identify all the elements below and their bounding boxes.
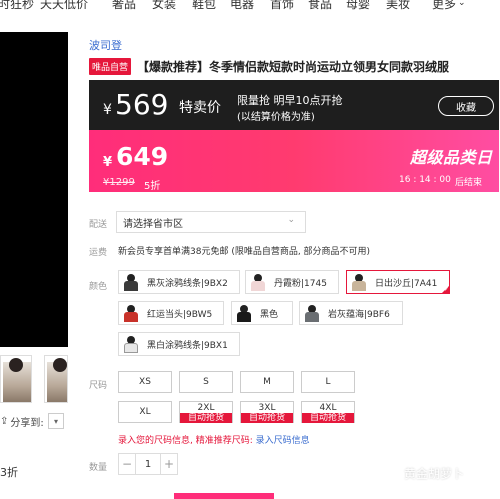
nav-item-appliances[interactable]: 电器	[230, 0, 254, 12]
region-select-value: 请选择省市区	[123, 218, 183, 230]
nav-item-jewelry[interactable]: 首饰	[270, 0, 294, 12]
color-swatch	[249, 273, 267, 291]
currency-symbol: ¥	[103, 155, 113, 170]
nav-item-women[interactable]: 女装	[152, 0, 176, 12]
color-option[interactable]: 黑灰涂鸦线条|9BX2	[118, 270, 240, 294]
presale-tag: 特卖价	[179, 100, 221, 116]
color-swatch	[303, 304, 321, 322]
buy-button-edge[interactable]	[174, 493, 274, 499]
region-select[interactable]: 请选择省市区 ⌄	[116, 211, 306, 233]
size-info-prompt: 录入您的尺码信息, 精准推荐尺码: 录入尺码信息	[118, 433, 310, 446]
color-option-label: 丹霞粉|1745	[274, 278, 327, 289]
category-day-title: 超级品类日	[410, 148, 493, 167]
nav-item-baby[interactable]: 母婴	[346, 0, 370, 12]
size-info-text: 录入您的尺码信息, 精准推荐尺码:	[118, 436, 253, 446]
presale-banner: ¥ 569 特卖价 限量抢 明早10点开抢 (以结算价格为准) 收藏	[89, 80, 499, 130]
gallery-thumbnail[interactable]	[44, 355, 68, 403]
share-control[interactable]: ⇪ 分享到: ▾	[0, 413, 64, 429]
decrease-button[interactable]: −	[119, 454, 135, 474]
top-category-nav: 时狂秒 天天低价 奢品 女装 鞋包 电器 首饰 食品 母婴 美妆 更多 ⌄	[0, 0, 500, 12]
shipping-label: 运费	[89, 248, 108, 258]
increase-button[interactable]: +	[161, 454, 177, 474]
quantity-stepper: − 1 +	[118, 453, 178, 475]
countdown-timer: 16 : 14 : 00	[399, 175, 451, 185]
color-swatch	[350, 273, 368, 291]
shipping-info: 新会员专享首单满38元免邮 (限唯品自营商品, 部分商品不可用)	[118, 247, 371, 257]
size-option-restock[interactable]: 4XL 自动抢货	[301, 401, 355, 423]
color-option[interactable]: 岩灰蕴海|9BF6	[299, 301, 403, 325]
color-option-label: 红运当头|9BW5	[147, 309, 213, 320]
quantity-input[interactable]: 1	[135, 454, 161, 474]
gallery-thumbnail[interactable]	[0, 355, 32, 403]
nav-item-daily-low[interactable]: 天天低价	[40, 0, 88, 12]
color-swatch	[122, 335, 140, 353]
quantity-label: 数量	[89, 463, 108, 473]
chevron-down-icon: ▾	[53, 416, 58, 426]
color-option[interactable]: 红运当头|9BW5	[118, 301, 224, 325]
color-option[interactable]: 丹霞粉|1745	[245, 270, 339, 294]
nav-item-bags[interactable]: 鞋包	[192, 0, 216, 12]
size-option-label: 2XL	[197, 403, 215, 413]
countdown-suffix: 后结束	[455, 178, 483, 188]
nav-item-more[interactable]: 更多	[432, 0, 456, 12]
color-option-label: 黑灰涂鸦线条|9BX2	[147, 278, 228, 289]
self-operated-badge: 唯品自营	[89, 58, 132, 75]
size-option-label: 3XL	[258, 403, 276, 413]
color-option-label: 岩灰蕴海|9BF6	[328, 309, 390, 320]
presale-price: 569	[115, 88, 169, 121]
share-label: 分享到:	[10, 417, 44, 429]
brand-link[interactable]: 波司登	[89, 37, 122, 53]
size-option[interactable]: XL	[118, 401, 172, 423]
nav-item-food[interactable]: 食品	[308, 0, 332, 12]
favorite-button[interactable]: 收藏	[438, 96, 494, 116]
sale-price-banner: ¥ 649 ¥1299 5折 超级品类日 16 : 14 : 00 后结束	[89, 130, 499, 192]
thumbnail-head	[53, 358, 67, 372]
size-option-restock[interactable]: 2XL 自动抢货	[179, 401, 233, 423]
check-icon: ✓	[443, 286, 449, 293]
size-option[interactable]: XS	[118, 371, 172, 393]
color-option-label: 黑白涂鸦线条|9BX1	[147, 340, 228, 351]
color-label: 颜色	[89, 282, 108, 292]
size-option[interactable]: S	[179, 371, 233, 393]
original-price: ¥1299	[103, 177, 135, 188]
color-option[interactable]: 黑色	[231, 301, 293, 325]
auto-grab-tag: 自动抢货	[241, 413, 293, 423]
size-option-restock[interactable]: 3XL 自动抢货	[240, 401, 294, 423]
sold-text: 3折	[0, 466, 18, 479]
color-swatch	[122, 273, 140, 291]
size-label: 尺码	[89, 381, 108, 391]
sale-price: 649	[116, 142, 169, 171]
color-option-label: 黑色	[260, 309, 279, 320]
color-option-label: 日出沙丘|7A41	[375, 278, 438, 289]
thumbnail-head	[9, 358, 23, 372]
presale-notice: 限量抢 明早10点开抢	[237, 94, 343, 107]
share-icon: ⇪	[0, 415, 9, 427]
main-product-image[interactable]	[0, 32, 68, 347]
size-option-label: 4XL	[319, 403, 337, 413]
nav-item-luxury[interactable]: 奢品	[112, 0, 136, 12]
auto-grab-tag: 自动抢货	[180, 413, 232, 423]
nav-item-flash-sale[interactable]: 时狂秒	[0, 0, 34, 12]
auto-grab-tag: 自动抢货	[302, 413, 354, 423]
color-swatch	[122, 304, 140, 322]
title-row: 唯品自营 【爆款推荐】冬季情侣款短款时尚运动立领男女同款羽绒服	[89, 58, 449, 75]
discount-rate: 5折	[144, 181, 161, 192]
currency-symbol: ¥	[103, 102, 112, 118]
size-option[interactable]: L	[301, 371, 355, 393]
nav-item-beauty[interactable]: 美妆	[386, 0, 410, 12]
watermark: 黄金胡萝卜	[404, 467, 465, 481]
chevron-down-icon: ⌄	[287, 215, 295, 225]
share-dropdown[interactable]: ▾	[48, 413, 64, 429]
color-option[interactable]: 黑白涂鸦线条|9BX1	[118, 332, 240, 356]
delivery-label: 配送	[89, 220, 108, 230]
color-option-selected[interactable]: 日出沙丘|7A41 ✓	[346, 270, 450, 294]
presale-note: (以结算价格为准)	[237, 112, 315, 123]
size-option[interactable]: M	[240, 371, 294, 393]
size-info-link[interactable]: 录入尺码信息	[256, 436, 310, 446]
product-title: 【爆款推荐】冬季情侣款短款时尚运动立领男女同款羽绒服	[137, 60, 450, 74]
color-swatch	[235, 304, 253, 322]
chevron-down-icon: ⌄	[458, 0, 466, 8]
